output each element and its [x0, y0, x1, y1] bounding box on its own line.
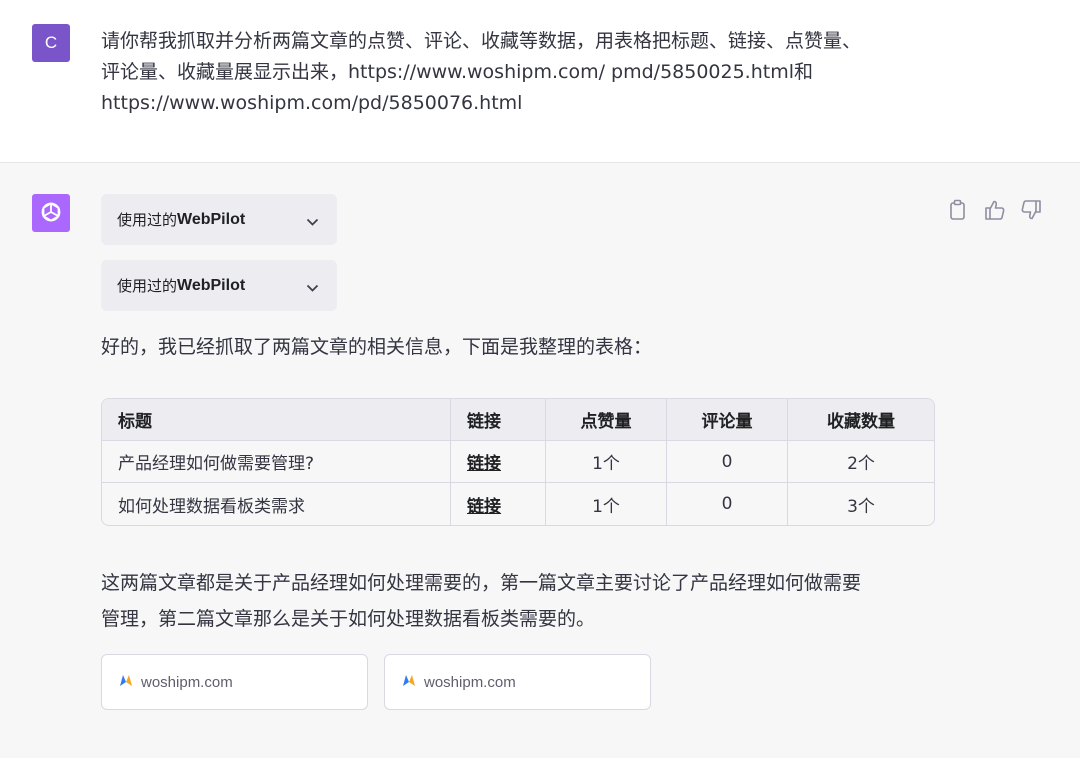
cell-favorites: 3个: [847, 496, 875, 517]
column-header-likes: 点赞量: [546, 399, 667, 441]
plugin-prefix: 使用过的: [117, 211, 178, 229]
summary-line: 管理，第二篇文章那么是关于如何处理数据看板类需要的。: [101, 608, 596, 630]
woshipm-logo-icon: [119, 673, 133, 691]
chevron-down-icon: [306, 213, 319, 231]
plugin-name: WebPilot: [177, 276, 246, 294]
thumbs-down-icon[interactable]: [1020, 199, 1042, 221]
summary-line: 这两篇文章都是关于产品经理如何处理需要的，第一篇文章主要讨论了产品经理如何做需要: [101, 572, 862, 594]
cell-comments: 0: [667, 483, 788, 525]
column-header-comments: 评论量: [667, 399, 788, 441]
user-message-line: 请你帮我抓取并分析两篇文章的点赞、评论、收藏等数据，用表格把标题、链接、点赞量、: [101, 30, 862, 52]
thumbs-up-icon[interactable]: [984, 199, 1006, 221]
assistant-summary-text: 这两篇文章都是关于产品经理如何处理需要的，第一篇文章主要讨论了产品经理如何做需要…: [101, 565, 931, 637]
article-link[interactable]: 链接: [467, 454, 501, 474]
chevron-down-icon: [306, 279, 319, 297]
plugin-used-webpilot[interactable]: 使用过的 WebPilot: [101, 194, 337, 245]
column-header-link: 链接: [451, 399, 546, 441]
table-header-row: 标题 链接 点赞量 评论量 收藏数量: [102, 399, 934, 441]
source-domain: woshipm.com: [424, 673, 516, 691]
cell-comments: 0: [667, 441, 788, 483]
cell-title: 产品经理如何做需要管理?: [102, 441, 451, 483]
user-message-row: C 请你帮我抓取并分析两篇文章的点赞、评论、收藏等数据，用表格把标题、链接、点赞…: [0, 0, 1080, 163]
user-message-text: 请你帮我抓取并分析两篇文章的点赞、评论、收藏等数据，用表格把标题、链接、点赞量、…: [101, 26, 931, 119]
column-header-title: 标题: [102, 399, 451, 441]
table-row: 产品经理如何做需要管理? 链接 1个 0 2个: [102, 441, 934, 483]
copy-icon[interactable]: [948, 199, 970, 221]
cell-title: 如何处理数据看板类需求: [102, 483, 451, 525]
assistant-intro-text: 好的，我已经抓取了两篇文章的相关信息，下面是我整理的表格：: [101, 336, 653, 358]
results-table: 标题 链接 点赞量 评论量 收藏数量 产品经理如何做需要管理? 链接 1个 0 …: [101, 398, 935, 526]
source-card[interactable]: woshipm.com: [101, 654, 368, 710]
cell-favorites: 2个: [788, 441, 934, 483]
plugin-prefix: 使用过的: [117, 277, 178, 295]
user-message-line: 评论量、收藏量展显示出来，https://www.woshipm.com/ pm…: [101, 61, 813, 83]
user-avatar: C: [32, 24, 70, 62]
source-domain: woshipm.com: [141, 673, 233, 691]
cell-likes: 1个: [546, 483, 667, 525]
plugin-name: WebPilot: [177, 210, 246, 228]
plugin-used-webpilot[interactable]: 使用过的 WebPilot: [101, 260, 337, 311]
woshipm-logo-icon: [402, 673, 416, 691]
source-card[interactable]: woshipm.com: [384, 654, 651, 710]
message-actions: [948, 199, 1042, 221]
article-link[interactable]: 链接: [467, 497, 501, 517]
assistant-message-row: 使用过的 WebPilot 使用过的 WebPilot 好的，我已经抓取了两篇文章的…: [0, 163, 1080, 758]
table-row: 如何处理数据看板类需求 链接 1个 0 3个: [102, 483, 934, 525]
column-header-favorites: 收藏数量: [788, 399, 934, 441]
user-message-line: https://www.woshipm.com/pd/5850076.html: [101, 92, 523, 114]
chatgpt-logo-icon: [32, 194, 70, 232]
cell-likes: 1个: [546, 441, 667, 483]
